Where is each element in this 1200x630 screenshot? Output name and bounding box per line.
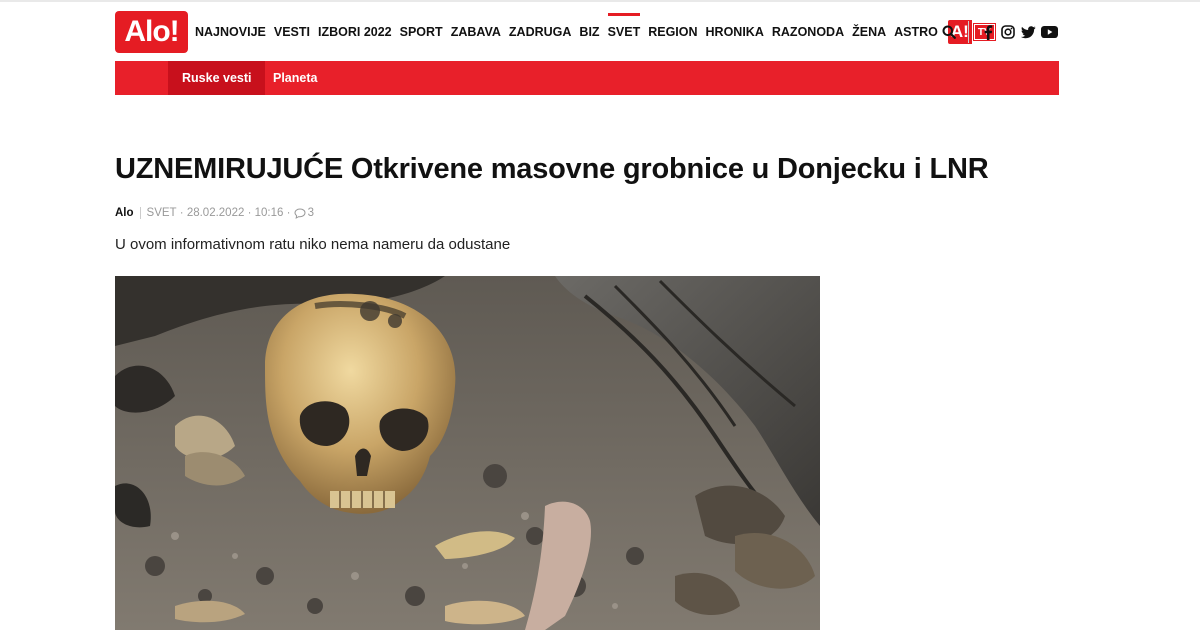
nav-item-razonoda[interactable]: RAZONODA [772,25,844,39]
article-time: 10:16 [254,207,284,219]
tools-divider [968,21,969,43]
nav-item-astro[interactable]: ASTRO [894,25,938,39]
meta-dot: · [283,207,294,219]
header-tools [938,10,1059,54]
comment-count[interactable]: 3 [308,207,314,219]
main-nav: NAJNOVIJE VESTI IZBORI 2022 SPORT ZABAVA… [195,10,996,54]
twitter-icon[interactable] [1019,23,1037,41]
instagram-icon[interactable] [999,23,1017,41]
article-meta: Alo SVET · 28.02.2022 · 10:16 · 3 [115,205,314,221]
nav-item-zena[interactable]: ŽENA [852,25,886,39]
search-icon[interactable] [940,23,958,41]
youtube-icon[interactable] [1039,23,1059,41]
nav-item-najnovije[interactable]: NAJNOVIJE [195,25,266,39]
nav-item-sport[interactable]: SPORT [400,25,443,39]
nav-item-zabava[interactable]: ZABAVA [451,25,501,39]
subnav-item-ruske-vesti[interactable]: Ruske vesti [168,61,266,95]
nav-item-izbori-2022[interactable]: IZBORI 2022 [318,25,392,39]
site-header: Alo! NAJNOVIJE VESTI IZBORI 2022 SPORT Z… [115,10,1059,54]
nav-item-region[interactable]: REGION [648,25,697,39]
article-category[interactable]: SVET [147,207,177,219]
nav-item-hronika[interactable]: HRONIKA [706,25,764,39]
subnav-item-planeta[interactable]: Planeta [259,61,331,95]
article-lead: U ovom informativnom ratu niko nema name… [115,236,511,253]
top-border [0,0,1200,2]
comment-icon[interactable] [294,207,306,219]
meta-dot: · [244,207,255,219]
skull-photo-illustration [115,276,820,630]
article-title: UZNEMIRUJUĆE Otkrivene masovne grobnice … [115,153,989,185]
nav-item-biz[interactable]: BIZ [579,25,599,39]
section-subnav: Ruske vesti Planeta [115,61,1059,95]
facebook-icon[interactable] [979,23,997,41]
nav-item-svet[interactable]: SVET [607,13,640,39]
nav-item-vesti[interactable]: VESTI [274,25,310,39]
article-photo[interactable] [115,276,820,630]
alo-logo[interactable]: Alo! [115,11,188,53]
article-date: 28.02.2022 [186,207,245,219]
meta-dot: · [176,207,187,219]
nav-item-zadruga[interactable]: ZADRUGA [509,25,572,39]
article-author[interactable]: Alo [115,207,134,219]
meta-divider [139,207,141,219]
